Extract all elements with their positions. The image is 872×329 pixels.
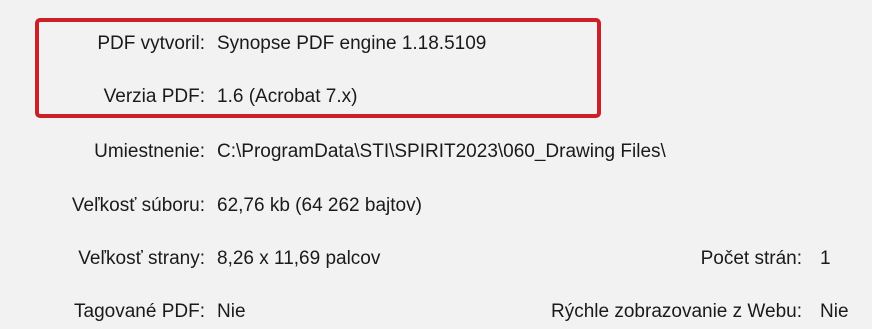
page-count-label: Počet strán: [700, 248, 802, 269]
fast-web-view-label: Rýchle zobrazovanie z Webu: [551, 301, 802, 322]
page-count-value: 1 [820, 248, 831, 269]
pdf-version-label: Verzia PDF: [103, 86, 205, 107]
location-label: Umiestnenie: [94, 141, 205, 162]
location-row: Umiestnenie: C:\ProgramData\STI\SPIRIT20… [0, 135, 872, 169]
file-size-label: Veľkosť súboru: [71, 195, 205, 216]
page-size-row: Veľkosť strany: 8,26 x 11,69 palcov Poče… [0, 242, 872, 276]
pdf-version-value: 1.6 (Acrobat 7.x) [217, 86, 358, 107]
page-size-value: 8,26 x 11,69 palcov [217, 248, 381, 269]
fast-web-view-value: Nie [820, 301, 849, 322]
pdf-producer-value: Synopse PDF engine 1.18.5109 [217, 33, 487, 54]
file-size-value: 62,76 kb (64 262 bajtov) [217, 195, 422, 216]
tagged-pdf-label: Tagované PDF: [74, 301, 205, 322]
page-size-label: Veľkosť strany: [78, 248, 205, 269]
tagged-pdf-row: Tagované PDF: Nie Rýchle zobrazovanie z … [0, 295, 872, 329]
pdf-producer-row: PDF vytvoril: Synopse PDF engine 1.18.51… [0, 27, 872, 61]
pdf-producer-label: PDF vytvoril: [97, 33, 205, 54]
location-value: C:\ProgramData\STI\SPIRIT2023\060_Drawin… [217, 141, 666, 162]
tagged-pdf-value: Nie [217, 301, 246, 322]
document-properties-panel: PDF vytvoril: Synopse PDF engine 1.18.51… [0, 0, 872, 329]
pdf-version-row: Verzia PDF: 1.6 (Acrobat 7.x) [0, 80, 872, 114]
file-size-row: Veľkosť súboru: 62,76 kb (64 262 bajtov) [0, 189, 872, 223]
